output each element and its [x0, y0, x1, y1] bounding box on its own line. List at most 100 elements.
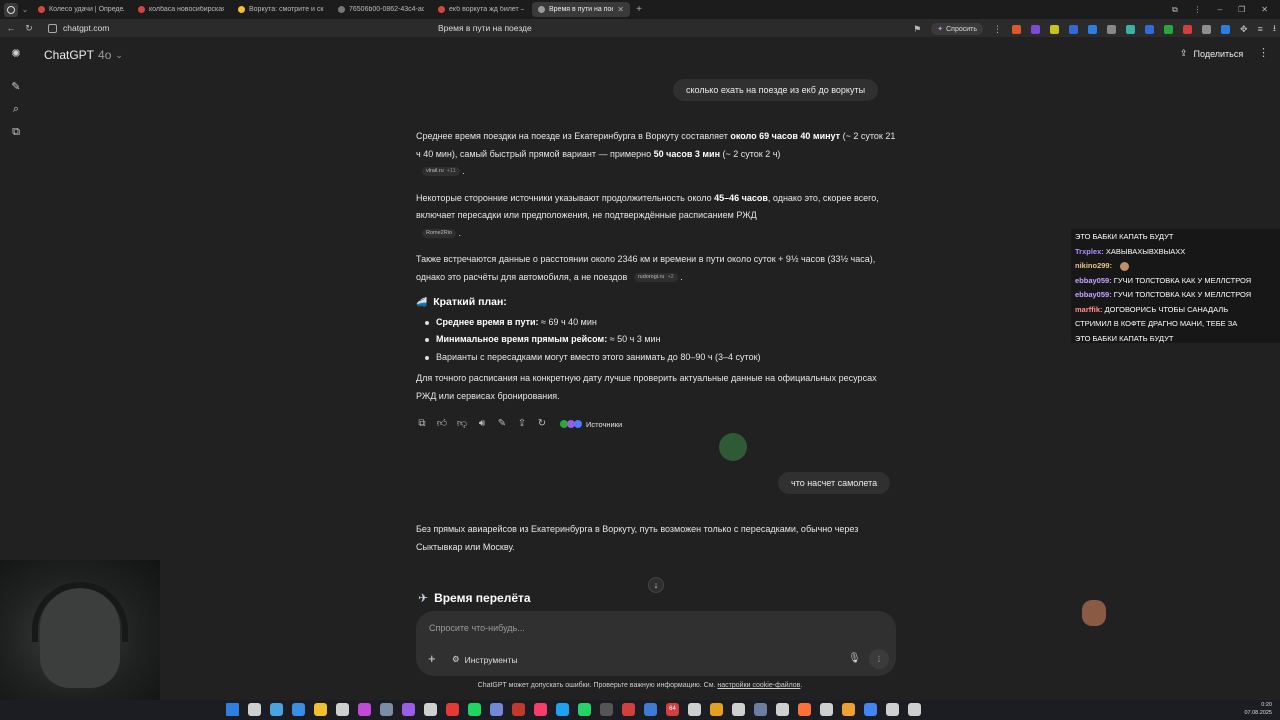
browser-tab[interactable]: колбаса новосибирская: [132, 2, 230, 17]
taskbar-app-icon[interactable]: [578, 703, 591, 716]
browser-logo-icon[interactable]: [4, 2, 18, 17]
thumbs-up-icon[interactable]: 👍︎: [436, 418, 448, 430]
taskbar-app-icon[interactable]: [644, 703, 657, 716]
taskbar-app-icon[interactable]: [402, 703, 415, 716]
extension-icon-6[interactable]: [1107, 24, 1117, 34]
taskbar-app-icon[interactable]: [512, 703, 525, 716]
close-window-button[interactable]: ✕: [1261, 5, 1268, 15]
taskbar-app-icon[interactable]: [292, 703, 305, 716]
taskbar-app-icon[interactable]: [556, 703, 569, 716]
download-icon[interactable]: ⭳: [1273, 21, 1276, 37]
page-title: Время в пути на поезде: [438, 23, 532, 33]
extensions-puzzle-icon[interactable]: ✥: [1240, 24, 1248, 35]
taskbar-app-icon[interactable]: [270, 703, 283, 716]
taskbar-app-icon[interactable]: [336, 703, 349, 716]
bookmark-icon[interactable]: ⚑: [913, 24, 921, 35]
taskbar-app-icon[interactable]: [468, 703, 481, 716]
reload-button[interactable]: ↻: [22, 23, 36, 34]
model-picker[interactable]: ChatGPT 4o ⌄: [44, 48, 123, 62]
taskbar-app-icon[interactable]: [886, 703, 899, 716]
taskbar-app-icon[interactable]: [534, 703, 547, 716]
prompt-input[interactable]: Спросите что-нибудь...: [429, 623, 525, 633]
taskbar-app-icon[interactable]: [622, 703, 635, 716]
new-tab-button[interactable]: +: [632, 4, 646, 15]
source-chip[interactable]: rudorogi.ru +2: [633, 272, 678, 282]
taskbar-app-icon[interactable]: [776, 703, 789, 716]
library-icon[interactable]: ⧉: [10, 126, 22, 138]
taskbar-app-icon[interactable]: [820, 703, 833, 716]
taskbar-app-icon[interactable]: [314, 703, 327, 716]
browser-tab[interactable]: 76506b00-0862-43c4-acc: [332, 2, 430, 17]
taskbar-app-icon[interactable]: [710, 703, 723, 716]
attach-plus-button[interactable]: +: [428, 651, 436, 666]
extension-icon-12[interactable]: [1221, 24, 1231, 34]
assistant-message: Без прямых авиарейсов из Екатеринбурга в…: [416, 521, 896, 556]
menu-dots-icon[interactable]: ⋮: [993, 24, 1002, 35]
browser-tab[interactable]: Колесо удачи | Определе: [32, 2, 130, 17]
url-field[interactable]: chatgpt.com: [63, 23, 109, 33]
voice-mode-button[interactable]: ⦙: [869, 649, 889, 669]
extension-icon-2[interactable]: [1031, 24, 1041, 34]
extension-icon-11[interactable]: [1202, 24, 1212, 34]
site-info-icon[interactable]: [48, 23, 57, 33]
edit-icon[interactable]: ✎: [496, 418, 508, 430]
browser-tab[interactable]: Воркута: смотрите и ска: [232, 2, 330, 17]
browser-tab[interactable]: екб воркута жд билет –: [432, 2, 530, 17]
share-message-icon[interactable]: ⇪: [516, 418, 528, 430]
taskbar-app-icon[interactable]: [688, 703, 701, 716]
extension-icon-8[interactable]: [1145, 24, 1155, 34]
windows-start-icon[interactable]: [226, 703, 239, 716]
new-chat-icon[interactable]: ✎: [10, 81, 22, 93]
taskbar-app-icon[interactable]: [732, 703, 745, 716]
scroll-to-bottom-button[interactable]: ↓: [648, 577, 664, 593]
taskbar-app-icon[interactable]: [380, 703, 393, 716]
back-button[interactable]: ←: [4, 23, 18, 33]
tab-list-chevron-icon[interactable]: ⌄: [18, 5, 32, 14]
answer-bold-text: 45–46 часов: [714, 192, 768, 203]
taskbar-app-icon[interactable]: [358, 703, 371, 716]
browser-tab[interactable]: Время в пути на поезд ✕: [532, 2, 630, 17]
openai-logo-icon[interactable]: ✺: [10, 48, 22, 60]
share-button[interactable]: ⇪ Поделиться: [1180, 48, 1243, 59]
taskbar-app-icon[interactable]: [446, 703, 459, 716]
taskbar-app-icon[interactable]: [864, 703, 877, 716]
tools-button[interactable]: ⚙ Инструменты: [452, 654, 518, 665]
menu-icon[interactable]: ≡: [1258, 24, 1263, 34]
source-chip[interactable]: Rome2Rio: [422, 228, 456, 238]
extension-icon-5[interactable]: [1088, 24, 1098, 34]
close-tab-icon[interactable]: ✕: [617, 5, 624, 14]
source-chip[interactable]: vlrail.ru +11: [422, 167, 460, 177]
taskbar-app-icon[interactable]: 64: [666, 703, 679, 716]
taskbar-app-icon[interactable]: [424, 703, 437, 716]
taskbar-search-icon[interactable]: [248, 703, 261, 716]
taskbar-app-icon[interactable]: [490, 703, 503, 716]
taskbar-app-icon[interactable]: [754, 703, 767, 716]
ask-ai-button[interactable]: ✦ Спросить: [931, 23, 984, 35]
extension-icon-3[interactable]: [1050, 24, 1060, 34]
taskbar-app-icon[interactable]: [600, 703, 613, 716]
restore-icon[interactable]: ⋮: [1194, 5, 1202, 15]
chat-text: ЭТО БАБКИ КАПАТЬ БУДУТ: [1075, 333, 1174, 343]
system-tray-clock[interactable]: 0:20 07.08.2025: [1244, 702, 1272, 717]
tab-search-icon[interactable]: ⧉: [1172, 5, 1178, 15]
cookie-settings-link[interactable]: настройки cookie-файлов: [717, 682, 800, 689]
answer-paragraph: Без прямых авиарейсов из Екатеринбурга в…: [416, 524, 859, 552]
thumbs-down-icon[interactable]: 👎︎: [456, 418, 468, 430]
copy-icon[interactable]: ⧉: [416, 418, 428, 430]
search-icon[interactable]: ⌕: [10, 103, 22, 115]
extension-icon-4[interactable]: [1069, 24, 1079, 34]
maximize-button[interactable]: ❐: [1238, 5, 1245, 15]
taskbar-app-icon[interactable]: [798, 703, 811, 716]
microphone-icon[interactable]: 🎙︎: [848, 653, 861, 664]
extension-icon-10[interactable]: [1183, 24, 1193, 34]
more-options-icon[interactable]: ⋮: [1258, 46, 1269, 59]
taskbar-app-icon[interactable]: [842, 703, 855, 716]
read-aloud-icon[interactable]: 🔊︎: [476, 418, 488, 430]
sources-button[interactable]: Источники: [560, 420, 622, 429]
taskbar-app-icon[interactable]: [908, 703, 921, 716]
minimize-button[interactable]: –: [1218, 5, 1222, 15]
extension-icon-9[interactable]: [1164, 24, 1174, 34]
extension-icon-7[interactable]: [1126, 24, 1136, 34]
regenerate-icon[interactable]: ↻: [536, 418, 548, 430]
extension-icon-1[interactable]: [1012, 24, 1022, 34]
